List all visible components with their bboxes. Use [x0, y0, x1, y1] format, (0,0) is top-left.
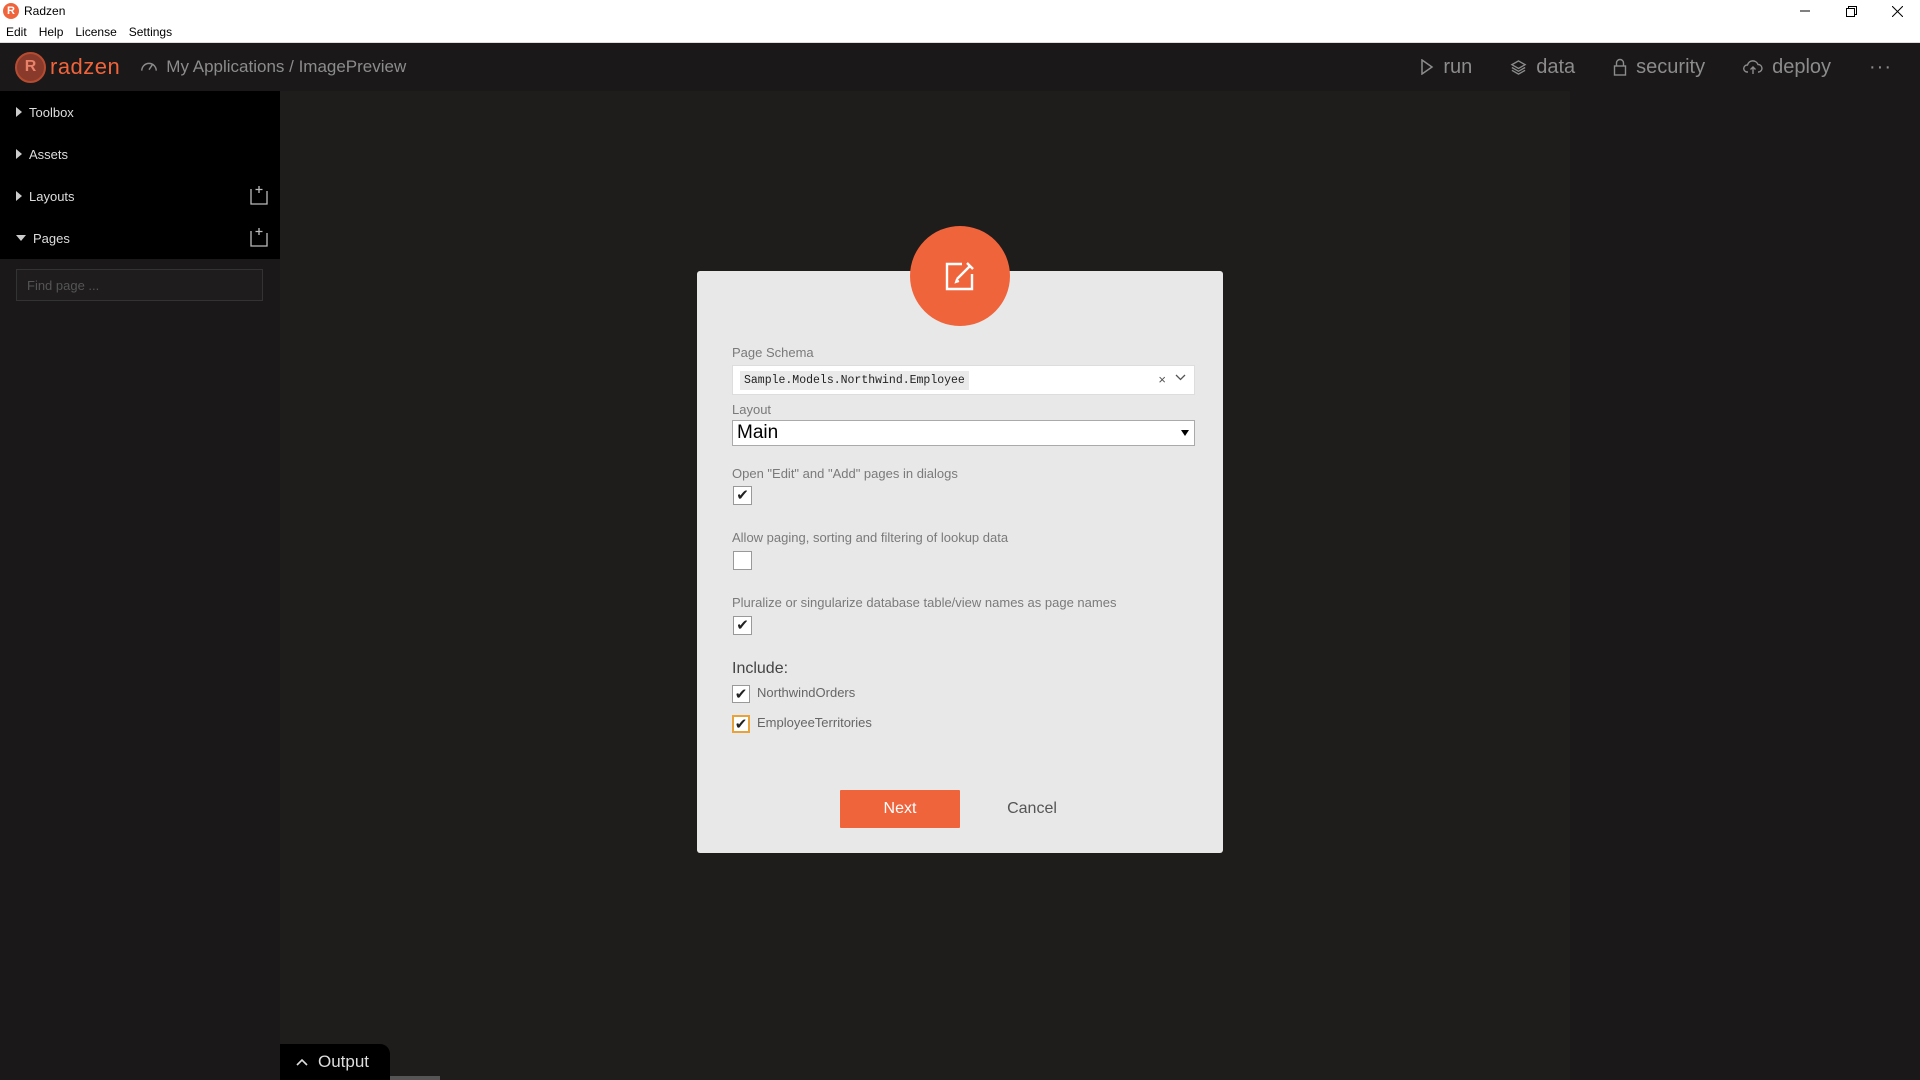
include-northwind-orders-checkbox[interactable]: ✔ [732, 685, 750, 703]
close-icon[interactable] [1874, 0, 1920, 22]
include-northwind-orders-label: NorthwindOrders [757, 685, 856, 700]
brand-name: radzen [50, 54, 121, 79]
open-in-dialogs-checkbox[interactable]: ✔ [733, 486, 752, 505]
sidebar-item-assets[interactable]: Assets [0, 133, 280, 175]
checkmark-icon: ✔ [736, 617, 749, 634]
lock-icon [1613, 58, 1627, 76]
page-schema-select[interactable]: Sample.Models.Northwind.Employee × [732, 365, 1195, 395]
caret-down-icon [16, 235, 26, 241]
menu-license[interactable]: License [69, 25, 122, 39]
include-title: Include: [732, 660, 789, 677]
menu-settings[interactable]: Settings [123, 25, 178, 39]
brand[interactable]: R radzen [15, 51, 121, 83]
add-layout-icon[interactable] [250, 185, 268, 205]
nav-deploy[interactable]: deploy [1743, 56, 1831, 79]
sidebar-item-label: Toolbox [29, 104, 74, 120]
output-tab[interactable]: Output [280, 1044, 390, 1080]
app-header: R radzen My Applications / ImagePreview … [0, 43, 1920, 91]
sidebar-item-toolbox[interactable]: Toolbox [0, 91, 280, 133]
allow-paging-checkbox[interactable] [733, 551, 752, 570]
menu-bar: Edit Help License Settings [0, 22, 1920, 43]
cancel-button[interactable]: Cancel [997, 790, 1067, 828]
menu-edit[interactable]: Edit [0, 25, 33, 39]
page-schema-label: Page Schema [732, 345, 814, 360]
sidebar: Toolbox Assets Layouts Pages Find page .… [0, 91, 280, 1080]
layout-select[interactable]: Main [732, 420, 1195, 446]
checkmark-icon: ✔ [734, 685, 748, 703]
pluralize-label: Pluralize or singularize database table/… [732, 595, 1117, 610]
clear-icon[interactable]: × [1158, 372, 1166, 387]
breadcrumb[interactable]: My Applications / ImagePreview [140, 57, 406, 77]
radzen-logo-icon: R [15, 51, 46, 83]
edit-icon [945, 262, 974, 291]
output-label: Output [318, 1052, 370, 1071]
dialog-header-badge [910, 226, 1010, 326]
play-icon [1421, 59, 1434, 75]
pluralize-checkbox[interactable]: ✔ [733, 616, 752, 635]
caret-right-icon [16, 191, 22, 201]
sidebar-item-label: Pages [33, 230, 70, 246]
more-options-icon[interactable]: ··· [1869, 56, 1892, 79]
breadcrumb-text: My Applications / ImagePreview [166, 57, 407, 76]
window-titlebar: R Radzen [0, 0, 1920, 22]
layout-label: Layout [732, 402, 772, 417]
next-button[interactable]: Next [840, 790, 960, 828]
nav-data-label: data [1536, 55, 1576, 78]
allow-paging-label: Allow paging, sorting and filtering of l… [732, 530, 1009, 545]
output-resize-handle[interactable] [390, 1076, 440, 1080]
include-employee-territories-label: EmployeeTerritories [757, 715, 872, 730]
minimize-icon[interactable] [1782, 0, 1828, 22]
find-page-placeholder: Find page ... [27, 277, 100, 293]
layers-icon [1510, 59, 1527, 75]
new-page-dialog: Page Schema Sample.Models.Northwind.Empl… [697, 271, 1223, 853]
window-title: Radzen [24, 4, 66, 18]
nav-security[interactable]: security [1613, 56, 1705, 79]
sidebar-item-pages[interactable]: Pages [0, 217, 280, 259]
nav-security-label: security [1636, 55, 1706, 78]
dropdown-arrow-icon [1181, 430, 1189, 436]
nav-run[interactable]: run [1420, 56, 1472, 79]
layout-value: Main [737, 422, 779, 443]
nav-deploy-label: deploy [1772, 55, 1832, 78]
properties-panel [1570, 91, 1920, 1080]
nav-data[interactable]: data [1510, 56, 1575, 79]
menu-help[interactable]: Help [33, 25, 70, 39]
dashboard-icon [141, 62, 158, 71]
sidebar-item-label: Assets [29, 146, 69, 162]
app-logo-icon: R [3, 3, 19, 19]
checkmark-icon: ✔ [736, 487, 749, 504]
page-schema-value: Sample.Models.Northwind.Employee [740, 370, 969, 390]
restore-icon[interactable] [1828, 0, 1874, 22]
sidebar-item-layouts[interactable]: Layouts [0, 175, 280, 217]
caret-right-icon [16, 107, 22, 117]
top-nav: run data security deploy ··· [1420, 43, 1920, 91]
chevron-down-icon[interactable] [1175, 373, 1186, 381]
sidebar-item-label: Layouts [29, 188, 75, 204]
find-page-input[interactable]: Find page ... [16, 269, 263, 301]
cloud-upload-icon [1743, 60, 1763, 74]
add-page-icon[interactable] [250, 227, 268, 247]
include-employee-territories-checkbox[interactable]: ✔ [732, 715, 750, 733]
caret-right-icon [16, 149, 22, 159]
open-in-dialogs-label: Open "Edit" and "Add" pages in dialogs [732, 466, 958, 481]
nav-run-label: run [1443, 55, 1473, 78]
checkmark-icon: ✔ [734, 715, 748, 733]
chevron-up-icon [296, 1058, 308, 1066]
